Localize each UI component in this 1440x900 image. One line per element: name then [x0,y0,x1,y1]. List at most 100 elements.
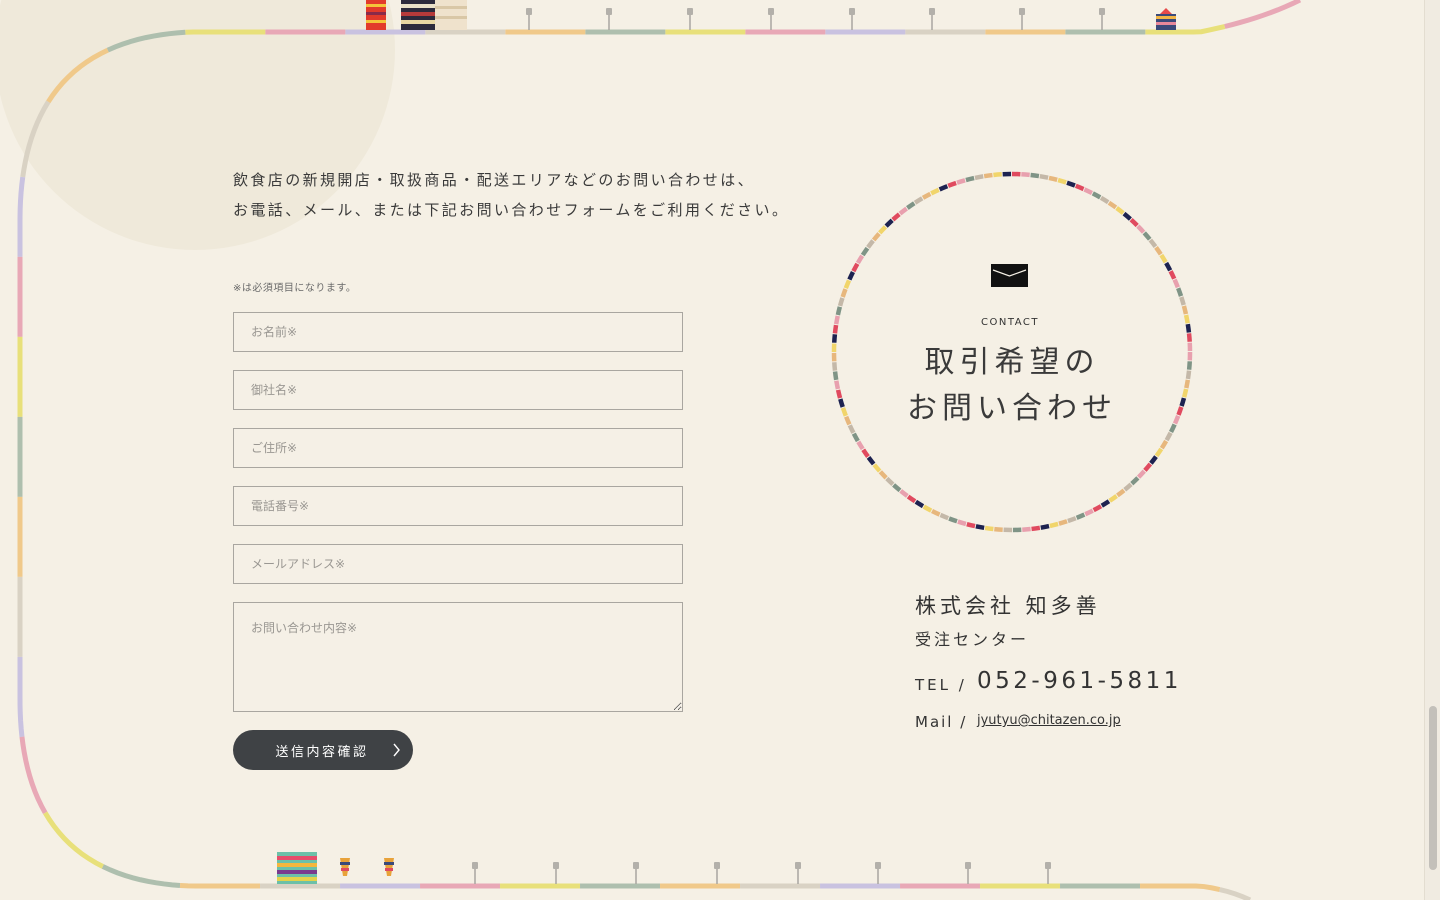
pole-head [687,8,693,15]
ring-segment [906,494,917,504]
intro-text: 飲食店の新規開店・取扱商品・配送エリアなどのお問い合わせは、 お電話、メール、ま… [233,165,793,225]
ring-segment [866,456,876,466]
pole-head [965,862,971,869]
pole-head [526,8,532,15]
ring-segment [892,483,902,493]
ring-segment [1142,231,1152,241]
ring-segment [834,380,841,390]
pole-head [633,862,639,869]
intro-line-2: お電話、メール、または下記お問い合わせフォームをご利用ください。 [233,201,790,219]
pole-head [606,8,612,15]
ring-segment [948,516,958,524]
ring-segment [1172,414,1181,425]
ring-segment [847,271,855,281]
ring-segment [1176,287,1184,297]
address-field[interactable] [233,428,683,468]
track-segment [179,882,261,889]
required-note: ※は必須項目になります。 [233,283,357,294]
ring-segment [1154,246,1163,256]
ring-segment [1066,180,1076,188]
ring-segment [1030,172,1040,179]
ring-segment [833,315,840,325]
ring-segment [1108,494,1118,503]
envelope-icon [991,264,1028,287]
ring-segment [861,448,870,458]
ring-segment [831,334,838,343]
message-field[interactable] [233,602,683,712]
track-segment [17,656,25,738]
scrollbar[interactable] [1424,0,1440,900]
email-field[interactable] [233,544,683,584]
ring-segment [1169,423,1177,433]
ring-segment [1149,455,1158,465]
ring-segment [956,178,966,185]
ring-segment [1049,521,1059,529]
ring-segment [866,239,875,249]
name-field[interactable] [233,312,683,352]
ring-segment [1091,191,1102,200]
tel-prefix: TEL / [915,676,967,694]
ring-segment [938,184,949,192]
ring-segment [1058,519,1068,526]
ring-segment [1164,261,1173,272]
ring-segment [1172,278,1180,289]
scrollbar-thumb[interactable] [1429,706,1437,870]
ring-segment [1116,488,1126,498]
ring-segment [1164,431,1173,442]
track-segment [101,864,181,888]
ring-segment [899,489,909,498]
phone-field[interactable] [233,486,683,526]
track-segment [43,811,105,869]
ring-segment [914,499,925,509]
ring-segment [1154,447,1164,458]
track-segment [19,736,48,814]
ring-segment [1031,525,1041,532]
pole-head [1099,8,1105,15]
ring-segment [931,509,941,517]
ring-segment [1084,508,1094,517]
ring-segment [1179,296,1186,306]
ring-segment [1100,499,1111,508]
ring-segment [871,232,881,242]
ring-segment [832,362,838,371]
company-field[interactable] [233,370,683,410]
email-link[interactable]: jyutyu@chitazen.co.jp [977,713,1121,728]
submit-confirm-button[interactable]: 送信内容確認 [233,730,413,770]
track-segment [1140,883,1221,892]
ring-segment [885,476,895,486]
submit-button-label: 送信内容確認 [275,744,369,760]
ring-segment [1123,482,1133,492]
ring-segment [930,187,940,196]
ring-segment [832,324,839,334]
ring-segment [1143,462,1153,472]
intro-line-1: 飲食店の新規開店・取扱商品・配送エリアなどのお問い合わせは、 [233,171,756,189]
ring-segment [1048,175,1058,183]
ring-segment [1122,211,1132,221]
pole-head [929,8,935,15]
pole-head [768,8,774,15]
track-segment [1224,0,1302,29]
ring-segment [1181,388,1189,398]
ring-segment [837,297,845,307]
ring-segment [1181,305,1189,315]
tel-number: 052-961-5811 [977,668,1182,694]
ring-segment [983,172,993,179]
pole-head [795,862,801,869]
ring-segment [1136,469,1146,479]
ring-segment [860,246,870,257]
ring-segment [1136,224,1146,234]
ring-segment [835,306,843,316]
ring-segment [1022,526,1031,532]
ring-segment [921,191,932,200]
ring-segment [966,521,976,529]
ring-segment [1115,206,1125,215]
contact-label: CONTACT [981,317,1039,328]
ring-segment [851,262,860,273]
ring-segment [1159,253,1168,264]
mail-prefix: Mail / [915,713,968,731]
ring-segment [843,279,852,290]
pole-head [849,8,855,15]
ring-segment [1075,512,1086,520]
ring-segment [1184,379,1191,389]
company-name: 株式会社 知多善 [915,594,1101,618]
